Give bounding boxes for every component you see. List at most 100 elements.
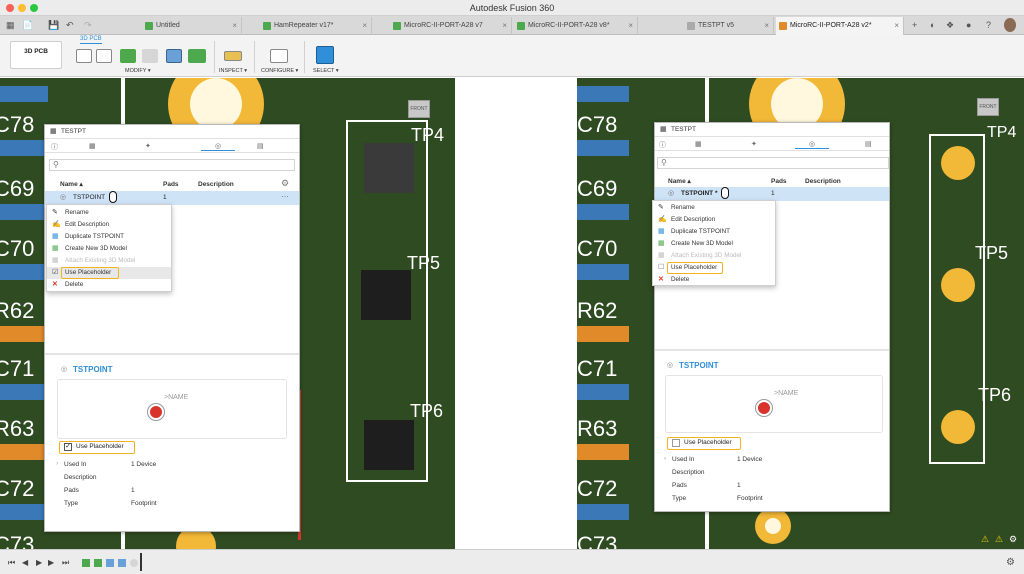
select-menu[interactable]: SELECT ▾ — [313, 68, 339, 74]
testpoint-pad-tp6[interactable] — [941, 410, 975, 444]
use-placeholder-checkbox[interactable]: ✓ — [64, 443, 72, 451]
splitter[interactable] — [45, 353, 299, 355]
close-tab-icon[interactable]: × — [362, 17, 367, 35]
configure-menu[interactable]: CONFIGURE ▾ — [261, 68, 298, 74]
component-label-r62[interactable]: R62 — [577, 300, 617, 322]
menu-item-delete[interactable]: ✕ Delete — [47, 279, 171, 291]
symbols-tab-icon[interactable]: ✦ — [751, 140, 757, 148]
close-tab-icon[interactable]: × — [628, 17, 633, 35]
component-label-c69[interactable]: C69 — [577, 178, 617, 200]
tab-0[interactable]: Untitled × — [142, 17, 242, 35]
devices-tab-icon[interactable]: ▦ — [89, 142, 96, 150]
testpoint-pad-tp4[interactable] — [941, 146, 975, 180]
user-avatar[interactable] — [1004, 18, 1016, 32]
settings-icon[interactable]: ⚙ — [1009, 534, 1017, 545]
tab-5[interactable]: MicroRC-II-PORT-A28 v2* × — [776, 17, 904, 35]
workspace-selector[interactable]: 3D PCB — [10, 41, 62, 69]
component-pad-r62[interactable] — [0, 326, 48, 342]
component-label-c78[interactable]: C78 — [577, 114, 617, 136]
component-pad-r63[interactable] — [0, 444, 48, 460]
devices-tab-icon[interactable]: ▦ — [695, 140, 702, 148]
menu-item-edit-description[interactable]: ✍ Edit Description — [653, 214, 775, 226]
column-header-name[interactable]: Name ▴ — [60, 179, 83, 190]
minimize-window-button[interactable] — [18, 4, 26, 12]
timeline-settings-icon[interactable]: ⚙ — [1006, 557, 1015, 568]
modify-tool-3-icon[interactable] — [120, 49, 136, 63]
job-status-icon[interactable]: ◐ — [930, 19, 935, 31]
modify-tool-2-icon[interactable] — [96, 49, 112, 63]
close-tab-icon[interactable]: × — [764, 17, 769, 35]
tab-4[interactable]: TESTPT v5 × — [684, 17, 774, 35]
component-pad-c77[interactable] — [577, 86, 629, 102]
component-pad-c71[interactable] — [0, 384, 48, 400]
testpoint-pad-tp5[interactable] — [361, 270, 411, 320]
search-input[interactable]: ⚲ — [49, 159, 295, 171]
timeline-feature-3-icon[interactable] — [106, 559, 114, 567]
view-cube[interactable]: FRONT — [408, 100, 430, 118]
timeline-feature-1-icon[interactable] — [82, 559, 90, 567]
close-tab-icon[interactable]: × — [894, 17, 899, 35]
testpoint-pad-tp6[interactable] — [364, 420, 414, 470]
component-pad-c70[interactable] — [0, 264, 48, 280]
menu-item-create-3d-model[interactable]: ▦ Create New 3D Model — [47, 243, 171, 255]
modify-tool-4-icon[interactable] — [142, 49, 158, 63]
component-label-r63[interactable]: R63 — [577, 418, 617, 440]
expand-chevron-icon[interactable]: › — [664, 455, 666, 462]
inspect-tool-icon[interactable] — [224, 51, 242, 61]
notifications-icon[interactable]: ● — [966, 19, 971, 31]
timeline-feature-4-icon[interactable] — [118, 559, 126, 567]
info-tab-icon[interactable]: ⓘ — [51, 142, 58, 152]
component-label-c70[interactable]: C70 — [577, 238, 617, 260]
component-pad-c78[interactable] — [577, 140, 629, 156]
column-header-pads[interactable]: Pads — [163, 179, 179, 190]
tab-1[interactable]: HamRepeater v17* × — [260, 17, 372, 35]
file-menu-icon[interactable]: 📄 — [22, 19, 33, 31]
component-pad-c71[interactable] — [577, 384, 629, 400]
footprints-tab-icon[interactable]: ◎ — [795, 140, 830, 149]
component-label-c72[interactable]: C72 — [577, 478, 617, 500]
view-cube[interactable]: FRONT — [977, 98, 999, 116]
splitter[interactable] — [655, 349, 889, 351]
grid-menu-icon[interactable]: ▦ — [6, 19, 15, 31]
warning-icon-2[interactable]: ⚠ — [995, 534, 1003, 545]
inspect-menu[interactable]: INSPECT ▾ — [219, 68, 247, 74]
component-label-c72[interactable]: C72 — [0, 478, 34, 500]
component-pad-c77[interactable] — [0, 86, 48, 102]
symbols-tab-icon[interactable]: ✦ — [145, 142, 151, 150]
component-label-c71[interactable]: C71 — [577, 358, 617, 380]
warning-icon[interactable]: ⚠ — [981, 534, 989, 545]
expand-chevron-icon[interactable]: › — [56, 460, 58, 467]
component-label-r62[interactable]: R62 — [0, 300, 34, 322]
packages-tab-icon[interactable]: ▤ — [257, 142, 264, 150]
close-tab-icon[interactable]: × — [502, 17, 507, 35]
component-label-c77[interactable]: C77 — [577, 78, 617, 82]
menu-item-rename[interactable]: ✎ Rename — [47, 207, 171, 219]
step-forward-icon[interactable]: ▶ — [48, 559, 54, 567]
component-pad-c69[interactable] — [577, 204, 629, 220]
column-header-pads[interactable]: Pads — [771, 176, 787, 187]
component-label-r63[interactable]: R63 — [0, 418, 34, 440]
testpoint-pad-tp4[interactable] — [364, 143, 414, 193]
footprints-tab-icon[interactable]: ◎ — [201, 142, 236, 151]
component-pad-c72[interactable] — [0, 504, 48, 520]
tab-3[interactable]: MicroRC-II-PORT-A28 v8* × — [514, 17, 638, 35]
save-icon[interactable]: 💾 — [48, 19, 59, 31]
packages-tab-icon[interactable]: ▤ — [865, 140, 872, 148]
menu-item-rename[interactable]: ✎ Rename — [653, 202, 775, 214]
component-label-c78[interactable]: C78 — [0, 114, 34, 136]
testpoint-pad-tp5[interactable] — [941, 268, 975, 302]
go-to-end-icon[interactable]: ⏭ — [62, 559, 69, 567]
column-settings-icon[interactable]: ⚙ — [281, 178, 289, 189]
column-header-name[interactable]: Name ▴ — [668, 176, 691, 187]
go-to-start-icon[interactable]: ⏮ — [8, 559, 15, 567]
modify-menu[interactable]: MODIFY ▾ — [125, 68, 151, 74]
modify-tool-1-icon[interactable] — [76, 49, 92, 63]
close-window-button[interactable] — [6, 4, 14, 12]
component-label-c71[interactable]: C71 — [0, 358, 34, 380]
extensions-icon[interactable]: ❖ — [946, 19, 954, 31]
menu-item-create-3d-model[interactable]: ▦ Create New 3D Model — [653, 238, 775, 250]
table-row[interactable]: ◎ TSTPOINT 1 ⋯ — [45, 191, 299, 205]
step-back-icon[interactable]: ◀ — [22, 559, 28, 567]
zoom-window-button[interactable] — [30, 4, 38, 12]
tab-2[interactable]: MicroRC-II-PORT-A28 v7 × — [390, 17, 512, 35]
